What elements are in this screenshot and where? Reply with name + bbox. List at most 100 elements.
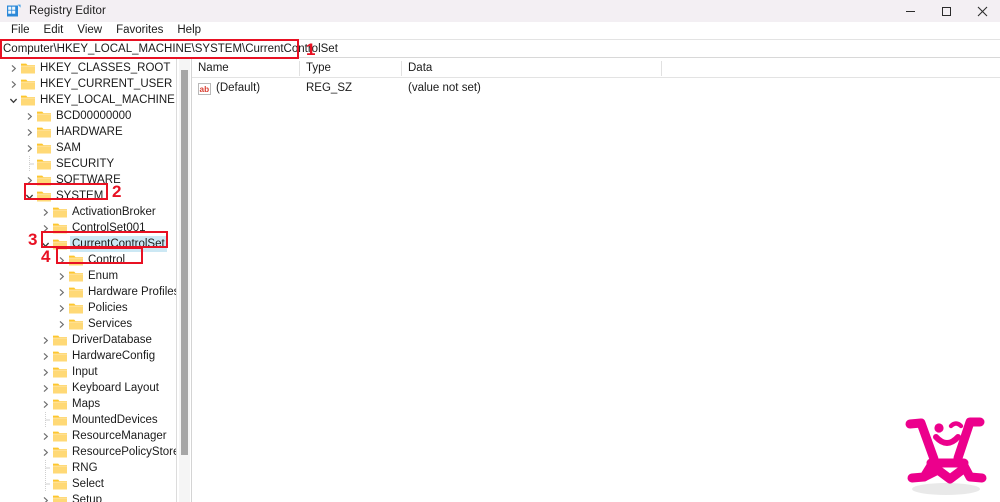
- value-type-cell: REG_SZ: [306, 82, 353, 94]
- tree-item-services[interactable]: Services: [0, 316, 132, 332]
- tree-item-policies[interactable]: Policies: [0, 300, 128, 316]
- tree-item-bcd00000000[interactable]: BCD00000000: [0, 108, 131, 124]
- chevron-right-icon[interactable]: [38, 220, 52, 236]
- tree-item-label: Enum: [88, 270, 119, 282]
- column-divider-1[interactable]: [299, 61, 300, 76]
- chevron-right-icon[interactable]: [38, 332, 52, 348]
- folder-icon: [52, 444, 68, 460]
- menu-item-view[interactable]: View: [70, 22, 109, 39]
- maximize-icon[interactable]: [928, 0, 964, 22]
- tree-item-control[interactable]: Control: [0, 252, 125, 268]
- folder-icon: [52, 396, 68, 412]
- table-row[interactable]: ab (Default) REG_SZ (value not set): [192, 80, 1000, 97]
- menu-item-help[interactable]: Help: [170, 22, 208, 39]
- tree-item-hkey-classes-root[interactable]: HKEY_CLASSES_ROOT: [0, 60, 170, 76]
- annotation-number-2: 2: [112, 182, 122, 201]
- chevron-right-icon[interactable]: [22, 124, 36, 140]
- chevron-right-icon[interactable]: [38, 428, 52, 444]
- tree-item-label: Maps: [72, 398, 101, 410]
- tree-item-maps[interactable]: Maps: [0, 396, 100, 412]
- folder-icon: [20, 92, 36, 108]
- column-divider-3[interactable]: [661, 61, 662, 76]
- tree-item-input[interactable]: Input: [0, 364, 98, 380]
- tree-item-hkey-current-user[interactable]: HKEY_CURRENT_USER: [0, 76, 172, 92]
- tree-item-keyboard-layout[interactable]: Keyboard Layout: [0, 380, 159, 396]
- tree-item-resourcemanager[interactable]: ResourceManager: [0, 428, 167, 444]
- svg-text:ab: ab: [200, 85, 210, 94]
- address-bar[interactable]: Computer\HKEY_LOCAL_MACHINE\SYSTEM\Curre…: [0, 39, 1000, 58]
- folder-icon: [36, 188, 52, 204]
- tree-scrollbar-thumb[interactable]: [181, 70, 188, 455]
- tree-item-system[interactable]: SYSTEM: [0, 188, 103, 204]
- menu-bar: File Edit View Favorites Help: [0, 22, 1000, 39]
- tree-item-hardware[interactable]: HARDWARE: [0, 124, 123, 140]
- chevron-right-icon[interactable]: [6, 76, 20, 92]
- menu-item-file[interactable]: File: [4, 22, 37, 39]
- tree-item-currentcontrolset[interactable]: CurrentControlSet: [0, 236, 167, 252]
- registry-tree-pane[interactable]: HKEY_CLASSES_ROOT HKEY_CURRENT_USER HKEY_L…: [0, 59, 176, 502]
- chevron-right-icon[interactable]: [54, 300, 68, 316]
- registry-values-pane: Name Type Data ab (Default) REG_SZ (valu…: [192, 59, 1000, 502]
- tree-item-software[interactable]: SOFTWARE: [0, 172, 121, 188]
- column-header-type[interactable]: Type: [300, 59, 402, 77]
- tree-item-label: Setup: [72, 494, 103, 502]
- tree-item-hardwareconfig[interactable]: HardwareConfig: [0, 348, 155, 364]
- tree-leaf-marker-icon: [38, 412, 52, 428]
- minimize-icon[interactable]: [892, 0, 928, 22]
- tree-item-label: ResourceManager: [72, 430, 167, 442]
- tree-item-select[interactable]: Select: [0, 476, 104, 492]
- tree-item-controlset001[interactable]: ControlSet001: [0, 220, 146, 236]
- annotation-number-1: 1: [306, 40, 316, 59]
- column-header-data[interactable]: Data: [402, 59, 662, 77]
- chevron-right-icon[interactable]: [38, 396, 52, 412]
- tree-item-hardware-profiles[interactable]: Hardware Profiles: [0, 284, 176, 300]
- folder-icon: [68, 252, 84, 268]
- chevron-right-icon[interactable]: [54, 252, 68, 268]
- tree-item-label: CurrentControlSet: [70, 236, 167, 252]
- folder-icon: [36, 172, 52, 188]
- tree-item-label: ActivationBroker: [72, 206, 156, 218]
- chevron-right-icon[interactable]: [38, 204, 52, 220]
- chevron-right-icon[interactable]: [38, 364, 52, 380]
- menu-item-edit[interactable]: Edit: [37, 22, 71, 39]
- chevron-right-icon[interactable]: [6, 60, 20, 76]
- folder-icon: [52, 428, 68, 444]
- tree-item-label: SECURITY: [56, 158, 115, 170]
- tree-leaf-marker-icon: [38, 460, 52, 476]
- chevron-right-icon[interactable]: [22, 172, 36, 188]
- tree-item-label: DriverDatabase: [72, 334, 152, 346]
- chevron-down-icon[interactable]: [22, 188, 36, 204]
- tree-item-label: RNG: [72, 462, 98, 474]
- tree-item-security[interactable]: SECURITY: [0, 156, 114, 172]
- menu-item-favorites[interactable]: Favorites: [109, 22, 170, 39]
- tree-item-rng[interactable]: RNG: [0, 460, 98, 476]
- close-icon[interactable]: [964, 0, 1000, 22]
- chevron-right-icon[interactable]: [54, 284, 68, 300]
- chevron-right-icon[interactable]: [22, 140, 36, 156]
- chevron-down-icon[interactable]: [6, 92, 20, 108]
- tree-item-enum[interactable]: Enum: [0, 268, 118, 284]
- chevron-right-icon[interactable]: [38, 492, 52, 502]
- folder-icon: [52, 332, 68, 348]
- window-controls: [892, 0, 1000, 22]
- chevron-right-icon[interactable]: [54, 268, 68, 284]
- annotation-number-4: 4: [41, 247, 51, 266]
- chevron-right-icon[interactable]: [22, 108, 36, 124]
- tree-item-sam[interactable]: SAM: [0, 140, 81, 156]
- value-data-cell: (value not set): [408, 82, 481, 94]
- folder-icon: [52, 476, 68, 492]
- tree-item-mounteddevices[interactable]: MountedDevices: [0, 412, 158, 428]
- tree-item-setup[interactable]: Setup: [0, 492, 102, 502]
- chevron-right-icon[interactable]: [38, 444, 52, 460]
- chevron-right-icon[interactable]: [38, 380, 52, 396]
- chevron-right-icon[interactable]: [38, 348, 52, 364]
- tree-item-label: SYSTEM: [56, 190, 104, 202]
- tree-item-hkey-local-machine[interactable]: HKEY_LOCAL_MACHINE: [0, 92, 175, 108]
- column-divider-2[interactable]: [401, 61, 402, 76]
- chevron-right-icon[interactable]: [54, 316, 68, 332]
- tree-item-driverdatabase[interactable]: DriverDatabase: [0, 332, 152, 348]
- column-header-name[interactable]: Name: [192, 59, 300, 77]
- tree-item-activationbroker[interactable]: ActivationBroker: [0, 204, 156, 220]
- tree-item-resourcepolicystore[interactable]: ResourcePolicyStore: [0, 444, 176, 460]
- folder-icon: [52, 364, 68, 380]
